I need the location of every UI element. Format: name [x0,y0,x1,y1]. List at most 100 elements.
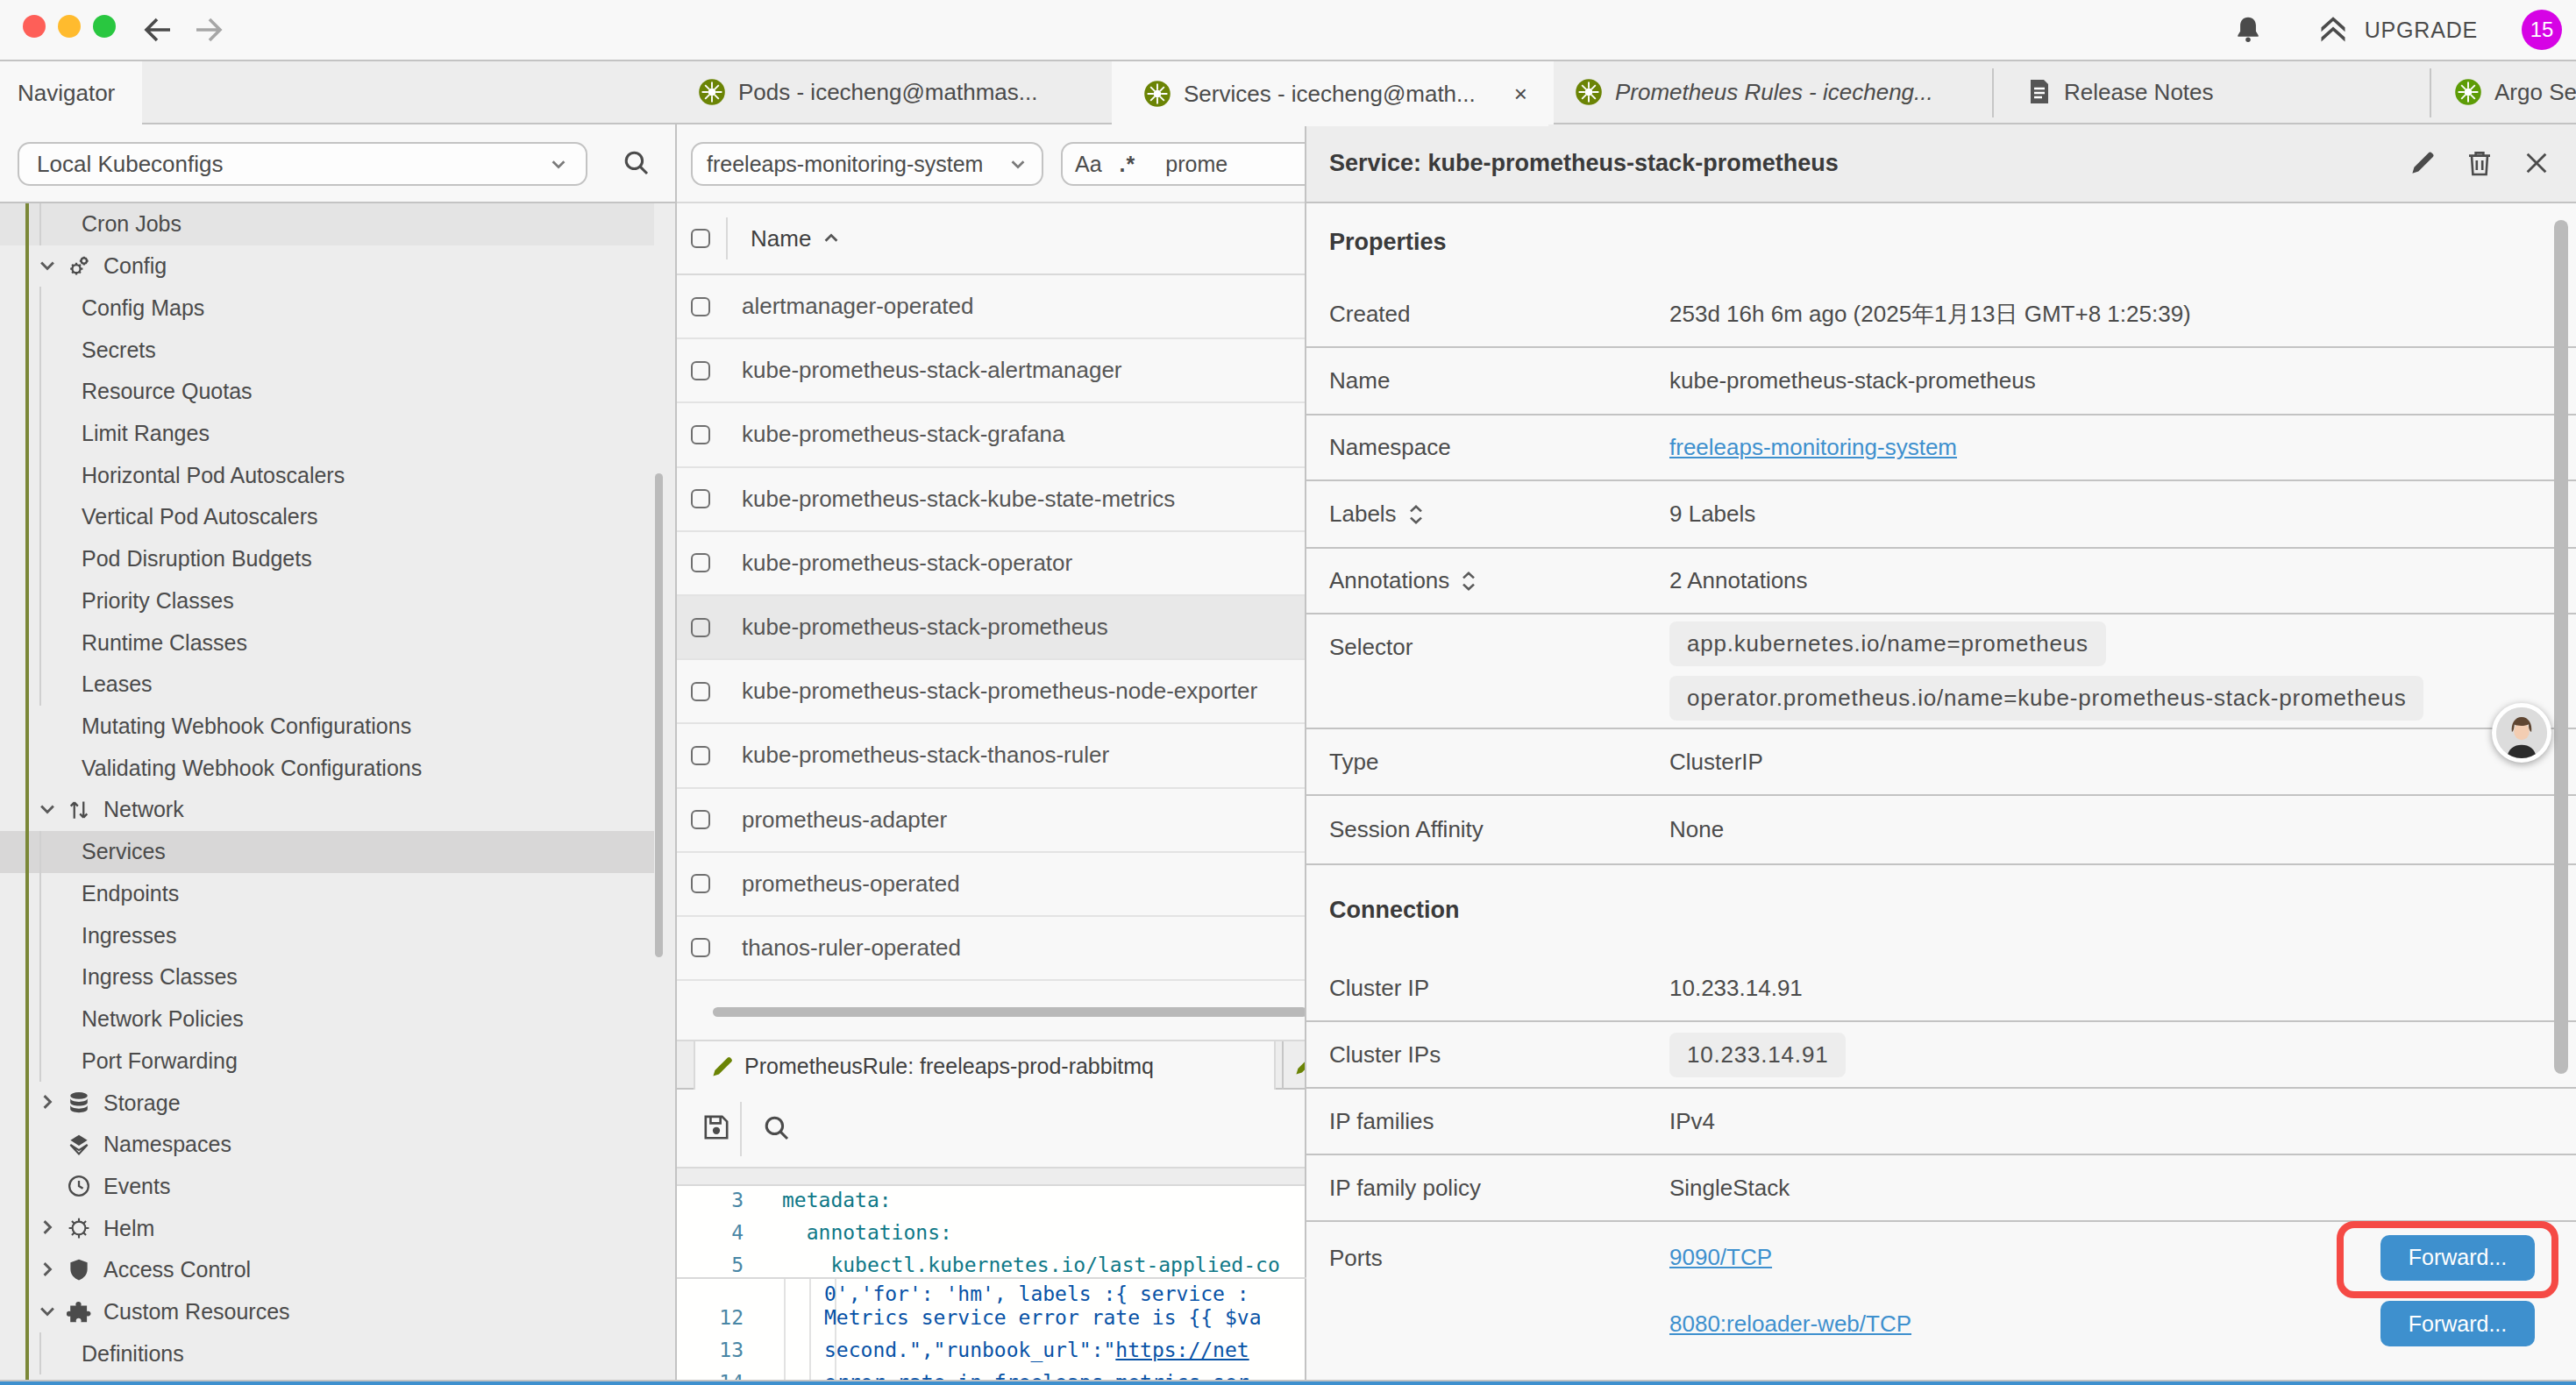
edit-pencil-icon[interactable] [2409,150,2436,176]
user-avatar[interactable] [2492,703,2551,763]
sidebar-item-cron-jobs[interactable]: Cron Jobs [0,203,654,245]
zoom-window-button[interactable] [93,15,116,38]
sidebar-item-network-policies[interactable]: Network Policies [0,998,652,1041]
tab-services[interactable]: Services - icecheng@math... × [1124,61,1548,126]
sidebar-item-mutating-webhook-configurations[interactable]: Mutating Webhook Configurations [0,706,652,748]
table-row[interactable]: kube-prometheus-stack-operator [677,532,1306,596]
drawer-header: Service: kube-prometheus-stack-prometheu… [1306,124,2576,203]
property-row-namespace: Namespace freeleaps-monitoring-system [1306,416,2576,481]
sidebar-item-custom-resources[interactable]: Custom Resources [0,1291,652,1333]
notifications-bell-icon[interactable] [2233,15,2263,45]
editor-tab-prometheusrule[interactable]: PrometheusRule: freeleaps-prod-rabbitmq [694,1041,1276,1091]
table-row[interactable]: alertmanager-operated [677,275,1306,339]
tab-prometheus-rules[interactable]: Prometheus Rules - icecheng... [1554,61,1992,123]
sidebar-item-port-forwarding[interactable]: Port Forwarding [0,1040,652,1082]
tab-pods[interactable]: Pods - icecheng@mathmas... [677,61,1112,123]
match-case-toggle[interactable]: Aa [1075,152,1102,177]
delete-trash-icon[interactable] [2466,149,2494,177]
chevron-down-icon[interactable] [37,1301,60,1324]
row-checkbox[interactable] [691,489,710,508]
row-checkbox[interactable] [691,618,710,637]
sidebar-item-secrets[interactable]: Secrets [0,329,652,371]
table-row[interactable]: prometheus-operated [677,853,1306,917]
row-checkbox[interactable] [691,425,710,444]
sidebar-item-validating-webhook-configurations[interactable]: Validating Webhook Configurations [0,747,652,789]
minimize-window-button[interactable] [58,15,81,38]
sidebar-item-helm[interactable]: Helm [0,1207,652,1249]
sidebar-item-config-maps[interactable]: Config Maps [0,287,652,329]
row-checkbox[interactable] [691,297,710,316]
table-row[interactable]: kube-prometheus-stack-grafana [677,403,1306,467]
column-header-name[interactable]: Name [751,225,811,252]
port-link-8080[interactable]: 8080:reloader-web/TCP [1669,1310,1911,1338]
service-detail-drawer: Service: kube-prometheus-stack-prometheu… [1305,124,2576,1385]
sidebar-scrollbar[interactable] [655,473,663,957]
sidebar-item-storage[interactable]: Storage [0,1082,652,1124]
sidebar-search-icon[interactable] [623,149,651,177]
namespace-link[interactable]: freeleaps-monitoring-system [1669,434,1957,461]
close-window-button[interactable] [23,15,46,38]
forward-port-button[interactable]: Forward... [2380,1301,2535,1346]
table-row[interactable]: thanos-ruler-operated [677,917,1306,981]
upgrade-button[interactable]: UPGRADE [2365,18,2478,43]
connection-row-cluster-ips: Cluster IPs 10.233.14.91 [1306,1022,2576,1089]
editor-search-icon[interactable] [763,1114,791,1142]
expand-collapse-icon[interactable] [1460,571,1477,592]
port-link-9090[interactable]: 9090/TCP [1669,1244,1772,1271]
back-button[interactable] [140,12,175,47]
save-icon[interactable] [703,1114,729,1140]
sidebar-item-definitions[interactable]: Definitions [0,1332,652,1374]
sidebar-item-priority-classes[interactable]: Priority Classes [0,579,652,621]
close-drawer-icon[interactable] [2523,150,2550,176]
select-all-checkbox[interactable] [691,229,710,248]
sidebar-item-config[interactable]: Config [0,245,652,288]
sidebar-item-pod-disruption-budgets[interactable]: Pod Disruption Budgets [0,538,652,580]
tab-argo[interactable]: Argo Se [2431,61,2576,123]
table-row[interactable]: kube-prometheus-stack-prometheus-node-ex… [677,660,1306,724]
chevron-down-icon[interactable] [37,799,60,821]
sidebar-item-ingresses[interactable]: Ingresses [0,914,652,956]
regex-toggle[interactable]: .* [1120,152,1136,177]
chevron-right-icon[interactable] [37,1259,60,1282]
drawer-scrollbar[interactable] [2554,220,2568,1074]
chevron-down-icon[interactable] [37,255,60,278]
sidebar-item-access-control[interactable]: Access Control [0,1249,652,1291]
tab-release-notes[interactable]: Release Notes [1994,61,2429,123]
sidebar-item-vertical-pod-autoscalers[interactable]: Vertical Pod Autoscalers [0,496,652,538]
sidebar-item-horizontal-pod-autoscalers[interactable]: Horizontal Pod Autoscalers [0,454,652,496]
yaml-editor[interactable]: 3metadata: 4 annotations: 5 kubectl.kube… [677,1186,1306,1385]
horizontal-scrollbar[interactable] [713,1007,1307,1017]
namespace-select[interactable]: freeleaps-monitoring-system [691,142,1043,186]
close-tab-icon[interactable]: × [1514,81,1527,108]
forward-button[interactable] [191,12,226,47]
sidebar-item-namespaces[interactable]: Namespaces [0,1124,652,1166]
chevron-right-icon[interactable] [37,1091,60,1114]
row-checkbox[interactable] [691,553,710,572]
sidebar-item-runtime-classes[interactable]: Runtime Classes [0,621,652,664]
table-row[interactable]: kube-prometheus-stack-alertmanager [677,339,1306,403]
sidebar-item-services[interactable]: Services [0,831,654,873]
table-row[interactable]: kube-prometheus-stack-kube-state-metrics [677,468,1306,532]
sidebar-item-events[interactable]: Events [0,1166,652,1208]
table-row[interactable]: kube-prometheus-stack-thanos-ruler [677,724,1306,788]
sidebar-item-endpoints[interactable]: Endpoints [0,873,652,915]
row-checkbox[interactable] [691,746,710,765]
table-row[interactable]: kube-prometheus-stack-prometheus [677,596,1306,660]
row-checkbox[interactable] [691,682,710,701]
properties-heading: Properties [1306,203,2576,281]
chevron-right-icon[interactable] [37,1217,60,1239]
sidebar-item-leases[interactable]: Leases [0,664,652,706]
row-checkbox[interactable] [691,938,710,957]
row-checkbox[interactable] [691,361,710,380]
sidebar-item-limit-ranges[interactable]: Limit Ranges [0,413,652,455]
notification-count-badge[interactable]: 15 [2522,10,2562,50]
table-row[interactable]: prometheus-adapter [677,789,1306,853]
upgrade-icon[interactable] [2317,14,2349,46]
sidebar-item-resource-quotas[interactable]: Resource Quotas [0,371,652,413]
expand-collapse-icon[interactable] [1407,504,1425,525]
kubeconfig-select[interactable]: Local Kubeconfigs [18,142,587,186]
sidebar-item-network[interactable]: Network [0,789,652,831]
row-checkbox[interactable] [691,810,710,829]
row-checkbox[interactable] [691,874,710,893]
sidebar-item-ingress-classes[interactable]: Ingress Classes [0,956,652,998]
